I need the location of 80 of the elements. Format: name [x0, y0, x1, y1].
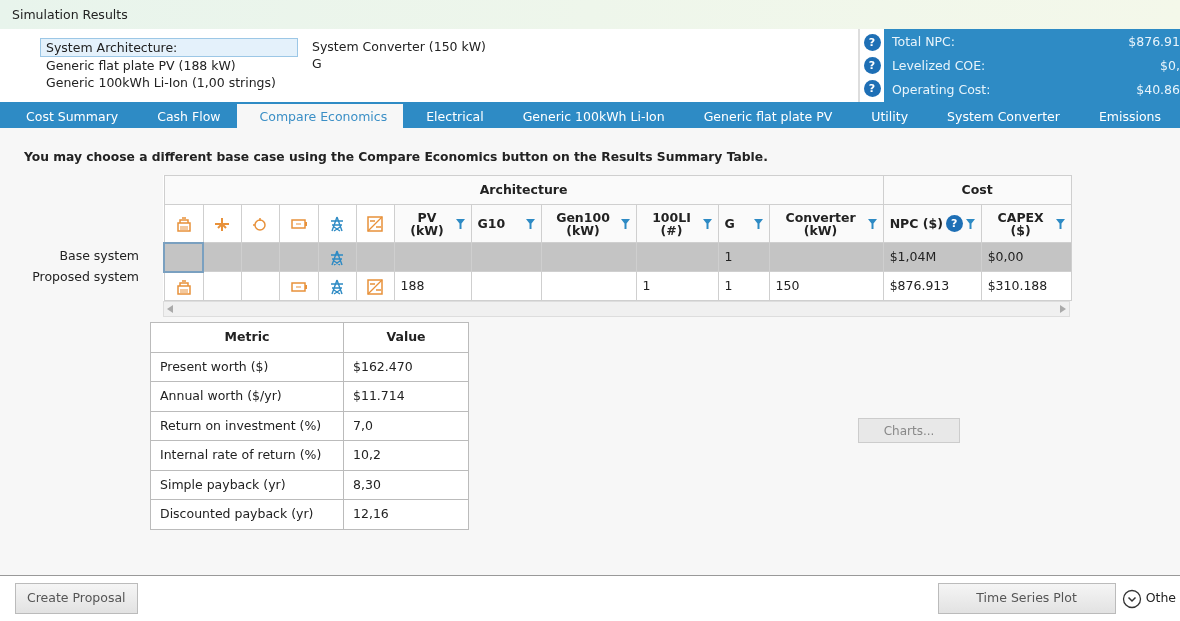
architecture-item: Generic 100kWh Li-Ion (1,00 strings)	[45, 74, 277, 91]
tab[interactable]: Cost Summary	[3, 102, 135, 128]
group-header: Cost	[883, 175, 1072, 205]
column-header[interactable]: G10	[477, 217, 506, 231]
create-proposal-button[interactable]: Create Proposal	[15, 583, 138, 614]
table-cell: 188	[400, 278, 425, 294]
summary-label: Operating Cost:	[892, 81, 991, 99]
architecture-item: System Converter (150 kW)	[311, 38, 487, 55]
tab[interactable]: Electrical	[403, 102, 500, 128]
filter-icon[interactable]	[1055, 218, 1065, 229]
table-cell: 7,0	[343, 411, 469, 441]
table-cell: Internal rate of return (%)	[150, 440, 344, 471]
chevron-down-icon[interactable]	[1121, 588, 1142, 609]
help-icon[interactable]: ?	[863, 34, 881, 51]
tab[interactable]: Compare Economics	[236, 104, 404, 128]
table-cell: Present worth ($)	[150, 352, 344, 382]
filter-icon[interactable]	[455, 218, 465, 229]
row-label: Proposed system	[31, 268, 140, 287]
table-cell: $876.913	[889, 278, 950, 294]
table-cell: Simple payback (yr)	[150, 470, 344, 500]
scroll-left-icon[interactable]	[167, 305, 173, 314]
row-label: Base system	[58, 247, 140, 266]
help-icon[interactable]: ?	[863, 57, 881, 74]
tab[interactable]: Emissions	[1075, 102, 1178, 128]
filter-icon[interactable]	[525, 218, 535, 229]
column-header: Metric	[150, 322, 344, 353]
tab[interactable]: Cash Flow	[134, 102, 237, 128]
time-series-plot-button[interactable]: Time Series Plot	[937, 583, 1116, 614]
summary-label: Total NPC:	[892, 33, 955, 51]
table-cell: $0,00	[987, 249, 1024, 265]
column-header[interactable]: NPC ($)	[889, 217, 943, 231]
tower-icon	[328, 248, 346, 267]
table-cell: $162.470	[343, 352, 469, 382]
summary-value: $876.91	[1128, 33, 1180, 51]
tab[interactable]: Generic 100kWh Li-Ion	[499, 102, 681, 128]
table-cell: 1	[724, 278, 733, 294]
table-cell: 12,16	[343, 499, 469, 530]
tab[interactable]: Utility	[848, 102, 925, 128]
summary-value: $40.86	[1136, 81, 1180, 99]
scrollbar[interactable]	[163, 301, 1070, 318]
filter-icon[interactable]	[965, 218, 975, 229]
table-row[interactable]: 188 1 1 150 $876.913 $310.188	[164, 271, 1072, 301]
tower-icon	[328, 215, 346, 234]
instruction-text: You may choose a different base case using the Compare Economics button on the Results Summary Table.	[24, 149, 769, 166]
window-title: Simulation Results	[0, 0, 1180, 29]
table-cell: Return on investment (%)	[150, 411, 344, 441]
generator-icon	[174, 214, 193, 233]
tab[interactable]: System Converter	[924, 102, 1076, 128]
generator-icon	[174, 277, 193, 296]
tower-icon	[328, 277, 346, 296]
table-cell: 8,30	[343, 470, 469, 500]
other-link[interactable]: Othe	[1145, 589, 1176, 608]
filter-icon[interactable]	[702, 218, 712, 229]
summary-value: $0,	[1160, 57, 1180, 75]
table-cell: $1,04M	[889, 249, 937, 265]
table-cell: $11.714	[343, 381, 469, 412]
column-header[interactable]: G	[724, 217, 735, 231]
table-cell: 10,2	[343, 440, 469, 471]
filter-icon[interactable]	[867, 218, 877, 229]
table-cell: Annual worth ($/yr)	[150, 381, 344, 412]
group-header: Architecture	[164, 175, 884, 205]
filter-icon[interactable]	[620, 218, 630, 229]
converter-icon	[366, 277, 384, 296]
help-icon[interactable]: ?	[863, 80, 881, 97]
table-cell: 1	[724, 249, 733, 265]
table-cell: $310.188	[987, 278, 1048, 294]
table-cell: 1	[642, 278, 651, 294]
tab[interactable]: Generic flat plate PV	[680, 102, 849, 128]
architecture-heading[interactable]: System Architecture:	[40, 38, 298, 57]
table-cell: 150	[775, 278, 800, 294]
help-icon[interactable]: ?	[945, 215, 963, 233]
architecture-item: G	[311, 55, 323, 72]
table-cell: Discounted payback (yr)	[150, 499, 344, 530]
scroll-right-icon[interactable]	[1060, 305, 1066, 314]
architecture-item: Generic flat plate PV (188 kW)	[45, 57, 237, 74]
filter-icon[interactable]	[753, 218, 763, 229]
converter-icon	[366, 215, 384, 234]
summary-label: Levelized COE:	[892, 57, 986, 75]
table-row[interactable]: 1 $1,04M $0,00	[164, 242, 1072, 272]
column-header: Value	[343, 322, 469, 353]
